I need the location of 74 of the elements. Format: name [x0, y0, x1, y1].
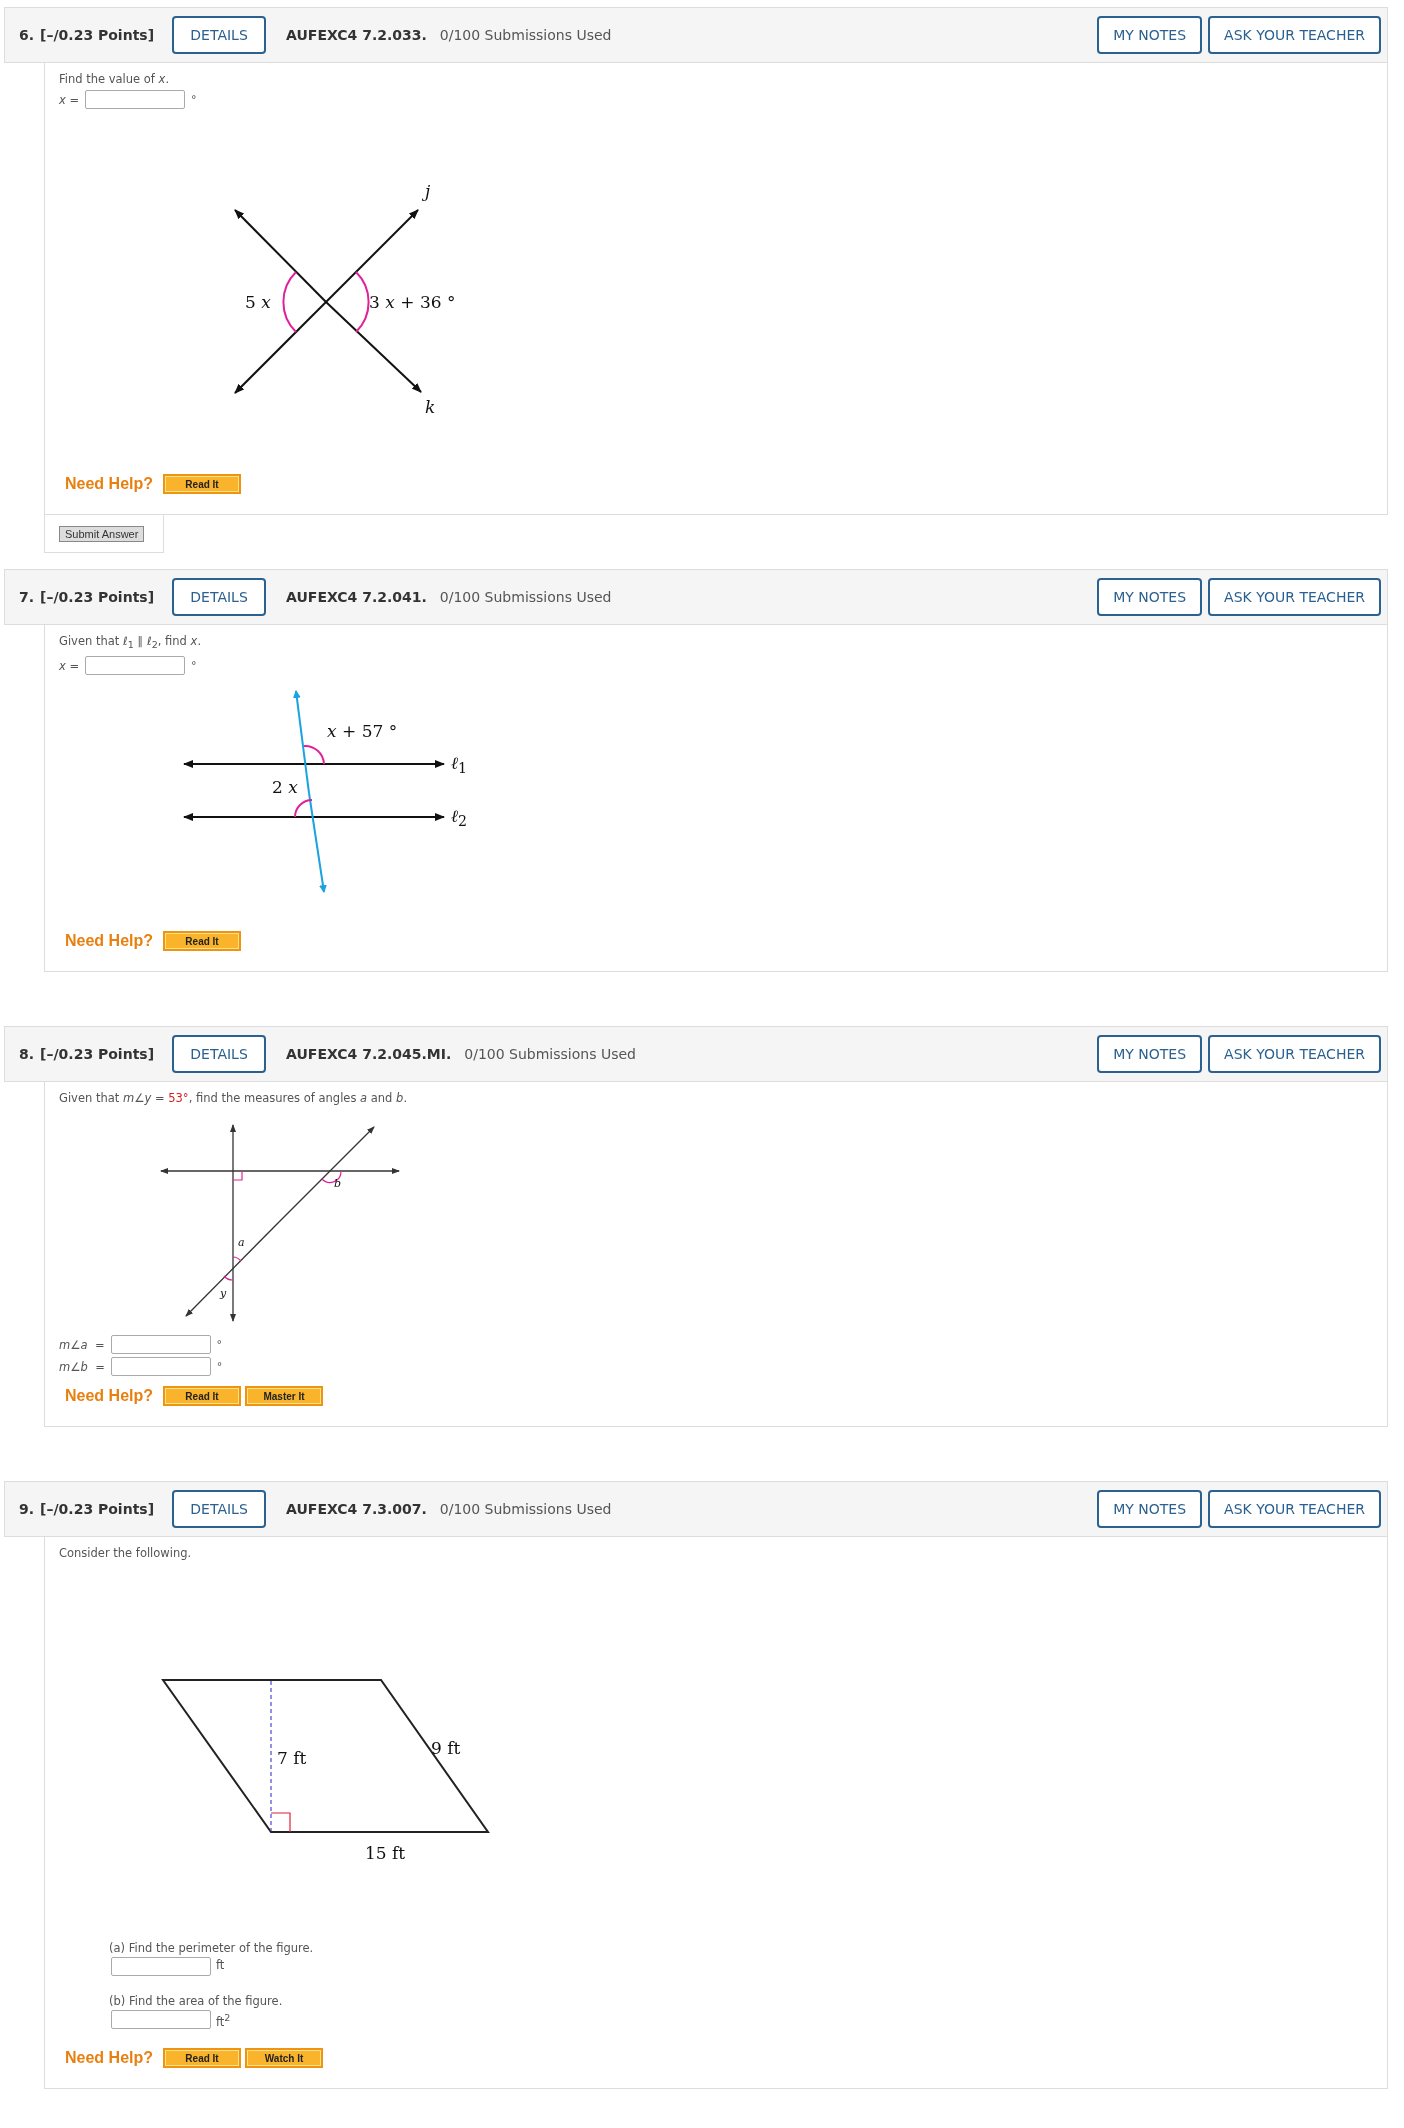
- answer-label: m∠a =: [59, 1337, 105, 1352]
- answer-field[interactable]: [111, 2010, 211, 2030]
- question-code: AUFEXC4 7.2.041.: [286, 589, 427, 605]
- ask-teacher-button[interactable]: ASK YOUR TEACHER: [1208, 16, 1381, 54]
- unit-label: °: [216, 1360, 223, 1374]
- question-code: AUFEXC4 7.3.007.: [286, 1501, 427, 1518]
- angle-label: 2 x: [272, 777, 298, 798]
- need-help-label: Need Help?: [65, 1387, 153, 1406]
- question-number: 8.: [19, 1046, 35, 1063]
- details-button[interactable]: DETAILS: [172, 1490, 267, 1529]
- question-points: [–/0.23 Points]: [40, 1046, 155, 1063]
- ask-teacher-button[interactable]: ASK YOUR TEACHER: [1208, 578, 1381, 616]
- answer-label: x =: [59, 92, 80, 107]
- help-button[interactable]: Read It: [163, 474, 241, 494]
- question-code: AUFEXC4 7.2.033.: [286, 27, 427, 43]
- answer-field[interactable]: [85, 90, 186, 109]
- answer-label: x =: [59, 658, 80, 673]
- base-label: 15 ft: [365, 1843, 406, 1864]
- answer-field[interactable]: [110, 1335, 211, 1355]
- details-button[interactable]: DETAILS: [172, 578, 267, 616]
- unit-label: ft$^{2}$: [216, 2011, 231, 2031]
- need-help-label: Need Help?: [65, 475, 153, 493]
- question-code: AUFEXC4 7.2.045.MI.: [286, 1046, 452, 1063]
- submissions-text: 0/100 Submissions Used: [439, 1501, 612, 1518]
- my-notes-button[interactable]: MY NOTES: [1097, 1490, 1203, 1529]
- answer-field[interactable]: [111, 1957, 211, 1977]
- side-label: 9 ft: [431, 1738, 461, 1759]
- submit-answer-button[interactable]: Submit Answer: [59, 526, 145, 542]
- angle-label: 5 x: [245, 292, 271, 312]
- answer-field[interactable]: [85, 656, 186, 676]
- height-label: 7 ft: [277, 1748, 307, 1769]
- answer-field[interactable]: [110, 1357, 211, 1377]
- my-notes-button[interactable]: MY NOTES: [1097, 1035, 1203, 1074]
- need-help-label: Need Help?: [65, 2049, 153, 2068]
- question-prompt: Given that m∠y = 53°, find the measures of angles a and b.: [59, 1090, 409, 1107]
- angle-label: a: [238, 1237, 245, 1250]
- question-number: 6.: [19, 27, 35, 43]
- details-button[interactable]: DETAILS: [172, 16, 267, 54]
- part-prompt: (b) Find the area of the figure.: [109, 1994, 284, 2009]
- line-label: ℓ$_{2}$: [451, 806, 468, 832]
- submissions-text: 0/100 Submissions Used: [439, 27, 612, 43]
- unit-label: °: [191, 659, 197, 673]
- angle-label: b: [334, 1178, 342, 1191]
- question-number: 9.: [19, 1501, 35, 1518]
- angle-label: y: [220, 1288, 227, 1301]
- help-button[interactable]: Watch It: [245, 2048, 323, 2069]
- part-prompt: (a) Find the perimeter of the figure.: [109, 1941, 315, 1956]
- unit-label: ft: [216, 1957, 225, 1974]
- help-button[interactable]: Read It: [163, 2048, 241, 2069]
- line-label: k: [425, 397, 436, 417]
- ask-teacher-button[interactable]: ASK YOUR TEACHER: [1208, 1490, 1381, 1529]
- answer-label: m∠b =: [59, 1359, 105, 1374]
- question-points: [–/0.23 Points]: [40, 1501, 155, 1518]
- submissions-text: 0/100 Submissions Used: [439, 589, 612, 605]
- help-button[interactable]: Master It: [245, 1386, 323, 1407]
- help-button[interactable]: Read It: [163, 1386, 241, 1407]
- question-prompt: Find the value of x.: [59, 71, 171, 87]
- question-points: [–/0.23 Points]: [40, 589, 155, 605]
- question-number: 7.: [19, 589, 35, 605]
- submissions-text: 0/100 Submissions Used: [464, 1046, 636, 1063]
- help-button[interactable]: Read It: [163, 931, 241, 952]
- question-prompt: Consider the following.: [59, 1545, 193, 1562]
- question-prompt: Given that ℓ$_{1}$ ∥ ℓ$_{2}$, find x.: [59, 633, 203, 653]
- my-notes-button[interactable]: MY NOTES: [1097, 16, 1203, 54]
- line-label: ℓ$_{1}$: [451, 753, 468, 779]
- ask-teacher-button[interactable]: ASK YOUR TEACHER: [1208, 1035, 1381, 1074]
- need-help-label: Need Help?: [65, 932, 153, 951]
- details-button[interactable]: DETAILS: [172, 1035, 267, 1074]
- unit-label: °: [216, 1338, 223, 1352]
- angle-label: x + 57 °: [327, 721, 398, 742]
- angle-label: 3 x + 36 °: [369, 292, 456, 312]
- my-notes-button[interactable]: MY NOTES: [1097, 578, 1203, 616]
- unit-label: °: [191, 93, 197, 106]
- question-points: [–/0.23 Points]: [40, 27, 155, 43]
